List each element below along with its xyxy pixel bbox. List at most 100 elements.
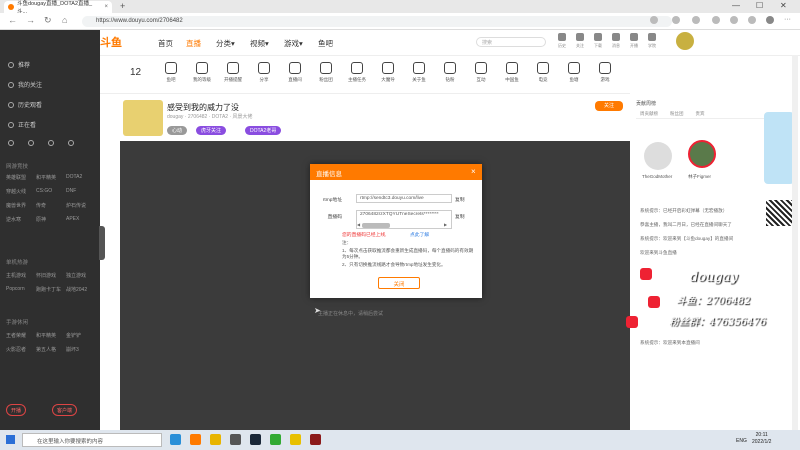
category-item[interactable]: 鱼塘 (559, 62, 589, 83)
taskbar-search-input[interactable]: 在这里输入你要搜索的内容 (22, 433, 162, 447)
extensions-icon[interactable] (672, 16, 680, 24)
category-item[interactable]: 鱼吧 (156, 62, 186, 83)
close-dialog-button[interactable]: 关闭 (378, 277, 420, 289)
windows-start-icon[interactable] (6, 435, 15, 444)
grid-icon[interactable] (68, 140, 74, 146)
more-icon[interactable]: ··· (784, 16, 792, 24)
input-language[interactable]: ENG (736, 438, 747, 444)
collections-icon[interactable] (730, 16, 738, 24)
nav-category[interactable]: 分类▾ (216, 38, 235, 49)
nav-yuba[interactable]: 鱼吧 (318, 38, 333, 49)
category-item[interactable]: 我的等级 (187, 62, 217, 83)
share-icon[interactable] (748, 16, 756, 24)
wechat-icon[interactable] (270, 434, 281, 445)
copy-rtmp-button[interactable]: 复制 (455, 196, 465, 203)
sidebar-category-link[interactable]: 原神 (36, 216, 66, 223)
category-item[interactable]: 直播间 (280, 62, 310, 83)
sidebar-item-watching[interactable]: 正在看 (8, 120, 36, 129)
start-broadcast-button[interactable]: 开播 (6, 404, 27, 416)
obs-icon[interactable] (230, 434, 241, 445)
translate-icon[interactable] (692, 16, 700, 24)
sidebar-category-link[interactable]: 金铲铲 (66, 332, 96, 339)
sidebar-category-link[interactable]: 穿越火线 (6, 188, 36, 195)
category-item[interactable]: 中国鱼 (497, 62, 527, 83)
sidebar-item-following[interactable]: 我的关注 (8, 80, 42, 89)
floating-ad-banner[interactable] (764, 112, 794, 184)
category-item[interactable]: 粉丝团 (311, 62, 341, 83)
nav-live[interactable]: 直播 (186, 38, 201, 49)
steam-icon[interactable] (250, 434, 261, 445)
sidebar-category-link[interactable]: 和平精英 (36, 332, 66, 339)
minimize-button[interactable]: — (732, 1, 740, 10)
scroll-left-icon[interactable]: ◀ (357, 222, 360, 227)
star-icon[interactable] (8, 140, 14, 146)
window-close-button[interactable]: ✕ (780, 1, 787, 10)
sidebar-category-link[interactable]: 传奇 (36, 202, 66, 209)
stream-key-scrollbar[interactable] (362, 223, 390, 228)
browser-tab[interactable]: 斗鱼dougay直播_DOTA2直播_斗... × (4, 1, 112, 15)
share-icon[interactable] (28, 140, 34, 146)
dialog-close-icon[interactable]: × (471, 167, 476, 176)
top-user-name[interactable]: TheGodMother (642, 174, 672, 179)
sidebar-category-link[interactable]: 独立游戏 (66, 272, 96, 279)
home-icon[interactable]: ⌂ (62, 15, 67, 25)
tab-vip[interactable]: 贵宾 (696, 111, 705, 118)
edge-icon[interactable] (170, 434, 181, 445)
sidebar-category-link[interactable]: 逆水寒 (6, 216, 36, 223)
forward-icon[interactable]: → (26, 15, 35, 25)
sidebar-category-link[interactable]: 战地2042 (66, 286, 96, 293)
sidebar-collapse-handle[interactable] (99, 226, 105, 260)
sidebar-category-link[interactable]: DOTA2 (66, 174, 96, 181)
rtmp-address-field[interactable]: rtmp://sendtc3.douyu.com/live (356, 194, 452, 203)
sidebar-category-link[interactable]: 炉石传说 (66, 202, 96, 209)
sidebar-category-link[interactable]: 王者荣耀 (6, 332, 36, 339)
sidebar-category-link[interactable]: 怀旧游戏 (36, 272, 66, 279)
sidebar-category-link[interactable]: DNF (66, 188, 96, 195)
category-item[interactable]: 分享 (249, 62, 279, 83)
sidebar-category-link[interactable]: 火影忍者 (6, 346, 36, 353)
sidebar-item-history[interactable]: 历史观看 (8, 100, 42, 109)
sidebar-item-recommend[interactable]: 推荐 (8, 60, 30, 69)
back-icon[interactable]: ← (8, 15, 17, 25)
history-icon[interactable] (558, 33, 566, 41)
category-item[interactable]: 关于鱼 (404, 62, 434, 83)
follow-button[interactable]: 关注 (595, 101, 623, 111)
sidebar-category-link[interactable]: CS:GO (36, 188, 66, 195)
favorites-icon[interactable] (712, 16, 720, 24)
dota-icon[interactable] (310, 434, 321, 445)
category-item[interactable]: 电竞 (528, 62, 558, 83)
category-item[interactable]: 互动 (466, 62, 496, 83)
category-item[interactable]: 主播任务 (342, 62, 372, 83)
category-item[interactable]: 钻粉 (435, 62, 465, 83)
nav-home[interactable]: 首页 (158, 38, 173, 49)
file-explorer-icon[interactable] (210, 434, 221, 445)
room-tag[interactable]: 虎牙关注 (196, 126, 227, 135)
room-tag[interactable]: 心动 (167, 126, 188, 135)
streamer-avatar[interactable] (123, 100, 163, 136)
star-icon[interactable] (650, 16, 658, 24)
profile-avatar-icon[interactable] (766, 16, 774, 24)
sidebar-category-link[interactable]: 第五人格 (36, 346, 66, 353)
follow-icon[interactable] (576, 33, 584, 41)
category-item[interactable]: 游戏 (590, 62, 620, 83)
broadcast-icon[interactable] (630, 33, 638, 41)
site-search-input[interactable]: 搜索 (476, 37, 546, 47)
douyu-app-icon[interactable] (190, 434, 201, 445)
site-logo[interactable]: 斗鱼 (100, 34, 122, 50)
academy-icon[interactable] (648, 33, 656, 41)
tab-fans[interactable]: 粉丝团 (670, 111, 684, 118)
learn-more-link[interactable]: 点此了解 (410, 231, 429, 238)
scroll-right-icon[interactable]: ▶ (444, 222, 447, 227)
copy-key-button[interactable]: 复制 (455, 213, 465, 220)
app-icon[interactable] (290, 434, 301, 445)
taskbar-clock[interactable]: 20:11 2022/1/2 (752, 432, 771, 446)
maximize-button[interactable]: ☐ (756, 1, 763, 10)
client-download-button[interactable]: 客户端 (52, 404, 78, 416)
sidebar-category-link[interactable]: 主机游戏 (6, 272, 36, 279)
tab-weekly[interactable]: 周贡献榜 (640, 111, 658, 118)
sidebar-category-link[interactable]: 英雄联盟 (6, 174, 36, 181)
sidebar-category-link[interactable]: 崩坏3 (66, 346, 96, 353)
top-user-avatar[interactable] (644, 142, 672, 170)
sidebar-category-link[interactable]: 跑跑卡丁车 (36, 286, 66, 293)
category-item[interactable]: 大魔导 (373, 62, 403, 83)
